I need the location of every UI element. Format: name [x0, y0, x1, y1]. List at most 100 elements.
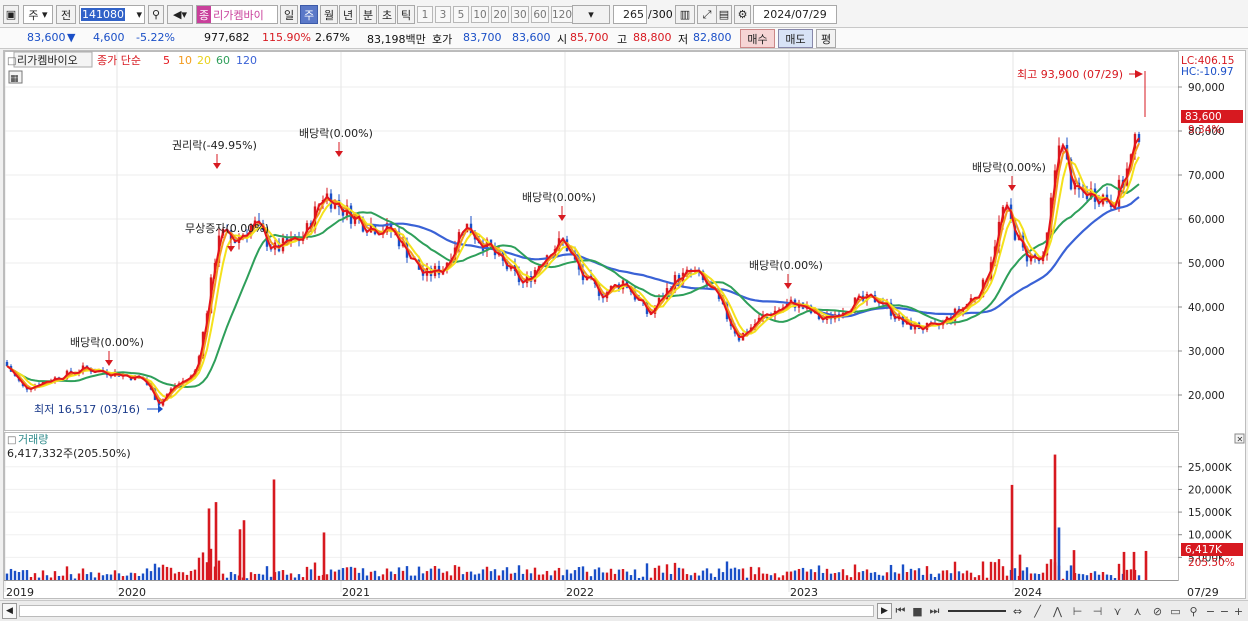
period-60[interactable]: 60 [531, 6, 549, 23]
scroll-track[interactable] [19, 605, 874, 617]
period-3[interactable]: 3 [435, 6, 451, 23]
volume-bar [61, 575, 65, 580]
tab-month[interactable]: 월 [320, 5, 338, 24]
volume-bar [1049, 559, 1053, 580]
tool7-icon[interactable]: ⊘ [1150, 603, 1165, 619]
stop-icon[interactable]: ■ [910, 603, 925, 619]
chevron-down-icon[interactable]: ▾ [136, 8, 144, 21]
turnover-rate: 2.67% [315, 31, 350, 44]
tab-tick[interactable]: 틱 [397, 5, 415, 24]
zoom-in-icon[interactable]: + [1231, 603, 1246, 619]
volume-bar [37, 577, 41, 580]
price-tick-label: 60,000 [1188, 214, 1225, 226]
sell-button[interactable]: 매도 [778, 29, 813, 48]
tool8-icon[interactable]: ▭ [1168, 603, 1183, 619]
tool2-icon[interactable]: ⋀ [1050, 603, 1065, 619]
volume-bar [713, 576, 717, 580]
volume-bar [621, 569, 625, 580]
count-input[interactable]: 265 [613, 5, 647, 24]
period-5[interactable]: 5 [453, 6, 469, 23]
volume-bar [1097, 574, 1101, 580]
volume-bar [937, 573, 941, 580]
volume-bar [1137, 575, 1141, 580]
tab-day[interactable]: 일 [280, 5, 298, 24]
volume-bar [421, 573, 425, 580]
volume-bar [777, 577, 781, 580]
volume-bar [65, 566, 69, 580]
date-input[interactable]: 2024/07/29 [753, 5, 837, 24]
period-dropdown[interactable]: ▾ [572, 5, 610, 24]
zoom-out2-icon[interactable]: − [1217, 603, 1232, 619]
scroll-left-button[interactable]: ◀ [2, 603, 17, 619]
tab-second[interactable]: 초 [378, 5, 396, 24]
buy-button[interactable]: 매수 [740, 29, 775, 48]
stock-chart[interactable]: 배당락(0.00%) 권리락(-49.95%) 무상증자(0.00%) 배당락(0.0… [4, 51, 1247, 600]
save-icon[interactable]: ▤ [716, 5, 732, 24]
tab-week[interactable]: 주 [300, 5, 318, 24]
stock-tag-badge: 종 [197, 6, 212, 23]
volume-bar [349, 566, 353, 580]
zoom-slider[interactable] [948, 610, 1006, 612]
period-30[interactable]: 30 [511, 6, 529, 23]
code-input[interactable]: 141080 ▾ [79, 5, 145, 24]
scroll-right-button[interactable]: ▶ [877, 603, 892, 619]
volume-bar [137, 575, 141, 580]
draw-tool-icon[interactable]: ⤢ [697, 5, 717, 24]
volume-bar [157, 567, 161, 580]
scrollbar[interactable]: ◀ ▶ ⏮ ■ ⏭ ⇔ ╱ ⋀ ⊢ ⊣ ⋎ ⋏ ⊘ ▭ ⚲ − − + [0, 600, 1248, 621]
volume-bar [1077, 573, 1081, 580]
period-120[interactable]: 120 [551, 6, 573, 23]
volume-bar [853, 564, 857, 580]
zoom-icon[interactable]: ⚲ [1186, 603, 1201, 619]
tool6-icon[interactable]: ⋏ [1130, 603, 1145, 619]
stock-name-field[interactable]: 종 리가켐바이 [196, 5, 278, 24]
tab-year[interactable]: 년 [339, 5, 357, 24]
volume-bar [593, 569, 597, 580]
speaker-icon[interactable]: ◀▾ [167, 5, 193, 24]
forward-icon[interactable]: ⏭ [927, 603, 942, 619]
tool5-icon[interactable]: ⋎ [1110, 603, 1125, 619]
volume-tick-label: 15,000K [1188, 507, 1233, 519]
market-select[interactable]: 주 ▾ [23, 5, 53, 24]
quote-bar: 83,600 ▼ 4,600 -5.22% 977,682 115.90% 2.… [0, 28, 1248, 49]
zoom-out-icon[interactable]: − [1203, 603, 1218, 619]
avg-button[interactable]: 평 [816, 29, 836, 48]
tool3-icon[interactable]: ⊢ [1070, 603, 1085, 619]
tab-minute[interactable]: 분 [359, 5, 377, 24]
prev-button[interactable]: 전 [56, 5, 76, 24]
event-label: 배당락(0.00%) [749, 259, 823, 272]
year-label: 2019 [6, 586, 34, 599]
code-value: 141080 [81, 8, 125, 21]
volume-bar [93, 577, 97, 580]
chart-area[interactable]: 배당락(0.00%) 권리락(-49.95%) 무상증자(0.00%) 배당락(0.0… [3, 50, 1246, 599]
volume-bar [597, 567, 601, 580]
volume-bar [493, 569, 497, 580]
tool4-icon[interactable]: ⊣ [1090, 603, 1105, 619]
volume-bar [365, 575, 369, 580]
volume-bar [393, 574, 397, 580]
window-menu-icon[interactable]: ▣ [3, 5, 19, 24]
volume-bar [961, 573, 965, 580]
rewind-icon[interactable]: ⏮ [893, 603, 908, 619]
period-20[interactable]: 20 [491, 6, 509, 23]
event-marker-arrow [784, 283, 792, 289]
volume-bar [837, 572, 841, 580]
chart-style-icon[interactable]: ▥ [675, 5, 695, 24]
toggle-icon[interactable]: ⇔ [1010, 603, 1025, 619]
volume-bar [109, 574, 113, 580]
period-1[interactable]: 1 [417, 6, 433, 23]
year-label: 2020 [118, 586, 146, 599]
volume-bar [125, 575, 129, 580]
low-price: 82,800 [693, 31, 732, 44]
period-10[interactable]: 10 [471, 6, 489, 23]
gear-icon[interactable]: ⚙ [734, 5, 751, 24]
candlesticks [5, 131, 1141, 407]
tool-icon[interactable]: ╱ [1030, 603, 1045, 619]
volume-bar [757, 567, 761, 580]
search-icon[interactable]: ⚲ [148, 5, 164, 24]
volume-bar [329, 569, 333, 580]
volume-bar [653, 567, 657, 580]
volume-bar [873, 572, 877, 580]
volume-bar [581, 566, 585, 580]
legend-ma20: 20 [197, 54, 211, 67]
